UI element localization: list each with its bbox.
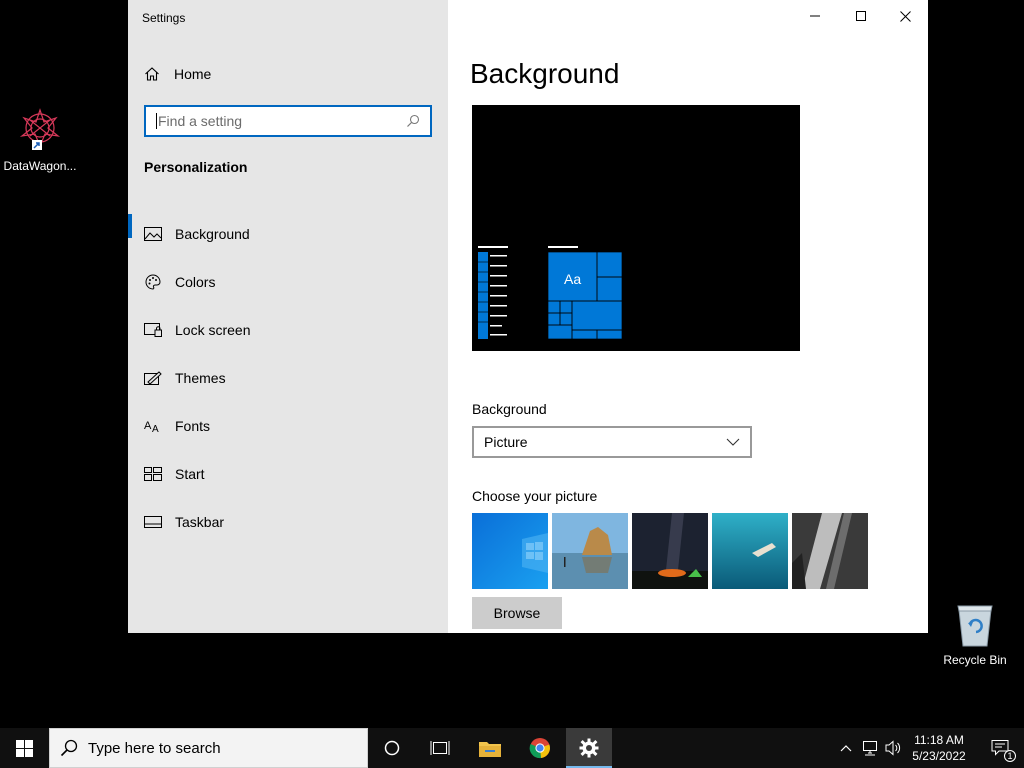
datawagon-app-icon (19, 108, 61, 150)
background-settings-panel: Background Aa Background Picture Choose … (470, 0, 910, 633)
nav-item-themes[interactable]: Themes (128, 354, 448, 402)
nav-item-taskbar[interactable]: Taskbar (128, 498, 448, 546)
nav-item-fonts[interactable]: AA Fonts (128, 402, 448, 450)
chevron-down-icon (726, 438, 740, 446)
task-view-icon (430, 741, 450, 755)
section-title: Personalization (144, 159, 248, 175)
search-icon[interactable] (406, 114, 420, 128)
file-explorer-icon (479, 742, 501, 757)
show-hidden-icons-button[interactable] (836, 728, 856, 768)
background-type-value: Picture (484, 434, 528, 450)
home-label: Home (174, 66, 212, 82)
action-center-button[interactable]: 1 (978, 728, 1024, 768)
settings-window: Settings Home Personalization (128, 0, 928, 633)
find-setting-search-box[interactable] (144, 105, 432, 137)
nav-label: Background (175, 226, 250, 242)
background-type-label: Background (472, 401, 547, 417)
nav-item-start[interactable]: Start (128, 450, 448, 498)
picture-thumbnail[interactable] (632, 513, 708, 589)
taskbar-icon (144, 513, 162, 531)
nav-label: Themes (175, 370, 226, 386)
network-icon (863, 741, 877, 756)
nav-item-background[interactable]: Background (128, 210, 448, 258)
network-button[interactable] (860, 728, 882, 768)
taskbar-search-box[interactable]: Type here to search (49, 728, 368, 768)
nav-label: Colors (175, 274, 216, 290)
picture-thumbnail[interactable] (792, 513, 868, 589)
svg-text:A: A (144, 420, 152, 432)
clock-time: 11:18 AM (914, 733, 964, 747)
windows-logo-icon (15, 739, 33, 757)
chrome-button[interactable] (516, 728, 564, 768)
file-explorer-button[interactable] (466, 728, 514, 768)
fonts-icon: AA (144, 417, 162, 435)
nav-label: Fonts (175, 418, 211, 434)
speaker-icon (885, 740, 901, 756)
search-icon (60, 739, 78, 757)
nav-label: Taskbar (175, 514, 225, 530)
settings-sidebar: Settings Home Personalization (128, 0, 448, 633)
chrome-icon (529, 738, 550, 759)
desktop-preview: Aa (472, 105, 800, 351)
picture-thumbnails (472, 513, 868, 589)
recycle-bin-desktop-icon[interactable]: Recycle Bin (935, 602, 1015, 667)
find-setting-input[interactable] (156, 113, 406, 129)
cortana-button[interactable] (368, 728, 416, 768)
notification-count-badge: 1 (1004, 750, 1016, 762)
taskbar-search-placeholder: Type here to search (88, 739, 221, 757)
picture-thumbnail[interactable] (712, 513, 788, 589)
desktop: DataWagon... Recycle Bin Settings Home F… (0, 0, 1024, 728)
nav-label: Lock screen (175, 322, 251, 338)
recycle-bin-icon (957, 605, 993, 647)
preview-tile-text: Aa (564, 271, 582, 287)
clock-date: 5/23/2022 (912, 749, 966, 763)
start-button[interactable] (0, 728, 48, 768)
cortana-icon (384, 740, 400, 756)
start-icon (144, 465, 162, 483)
nav-label: Start (175, 466, 205, 482)
lock-screen-icon (144, 321, 162, 339)
taskbar-clock[interactable]: 11:18 AM 5/23/2022 (904, 732, 974, 764)
choose-picture-label: Choose your picture (472, 488, 598, 504)
background-type-dropdown[interactable]: Picture (472, 426, 752, 458)
task-view-button[interactable] (416, 728, 464, 768)
window-title: Settings (142, 11, 186, 25)
browse-button[interactable]: Browse (472, 597, 562, 629)
themes-icon (144, 369, 162, 387)
home-nav-item[interactable]: Home (144, 64, 211, 84)
picture-icon (144, 225, 162, 243)
gear-icon (579, 738, 599, 758)
volume-button[interactable] (882, 728, 906, 768)
picture-thumbnail[interactable] (552, 513, 628, 589)
chevron-up-icon (840, 745, 852, 752)
page-title: Background (470, 58, 620, 89)
personalization-nav: Background Colors Lock screen Themes A A… (128, 210, 448, 546)
settings-taskbar-button[interactable] (566, 728, 612, 768)
preview-illustration (472, 105, 800, 351)
recycle-bin-label: Recycle Bin (943, 653, 1007, 667)
palette-icon (144, 273, 162, 291)
nav-item-colors[interactable]: Colors (128, 258, 448, 306)
svg-text:A: A (152, 424, 159, 434)
datawagon-desktop-icon[interactable]: DataWagon... (0, 106, 80, 173)
picture-thumbnail[interactable] (472, 513, 548, 589)
taskbar: Type here to search 11:18 AM 5/23/2022 1 (0, 728, 1024, 768)
nav-item-lock-screen[interactable]: Lock screen (128, 306, 448, 354)
datawagon-label: DataWagon... (3, 159, 77, 173)
home-icon (145, 67, 159, 81)
